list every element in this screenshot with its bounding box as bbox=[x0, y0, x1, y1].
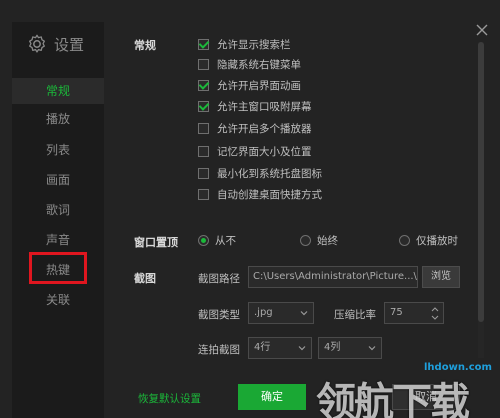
sidebar: 设置 常规 播放 列表 画面 歌词 声音 热键 关联 bbox=[12, 22, 104, 418]
checkbox[interactable] bbox=[198, 122, 209, 134]
option-hide-context-menu[interactable]: 隐藏系统右键菜单 bbox=[198, 56, 301, 72]
option-desktop-shortcut[interactable]: 自动创建桌面快捷方式 bbox=[198, 186, 322, 202]
checkbox[interactable] bbox=[198, 58, 209, 70]
scrollbar-thumb[interactable] bbox=[478, 42, 484, 322]
select-value: 4行 bbox=[254, 342, 271, 353]
ok-button[interactable]: 确定 bbox=[238, 384, 306, 410]
radio-label: 从不 bbox=[215, 234, 236, 247]
sidebar-title: 设置 bbox=[54, 35, 85, 54]
option-snap-to-screen[interactable]: 允许主窗口吸附屏幕 bbox=[198, 98, 312, 114]
checkbox[interactable] bbox=[198, 188, 209, 200]
option-minimize-to-tray[interactable]: 最小化到系统托盘图标 bbox=[198, 165, 322, 181]
burst-cols-select[interactable]: 4列 bbox=[318, 337, 382, 359]
chevron-up-icon[interactable] bbox=[431, 307, 439, 312]
checkbox[interactable] bbox=[198, 79, 209, 91]
screenshot-type-select[interactable]: .jpg bbox=[248, 302, 314, 324]
settings-window: 设置 常规 播放 列表 画面 歌词 声音 热键 关联 常规 允许显示搜索栏 隐藏… bbox=[0, 0, 500, 418]
close-icon[interactable] bbox=[476, 24, 488, 36]
option-label: 最小化到系统托盘图标 bbox=[217, 167, 322, 180]
option-label: 允许开启界面动画 bbox=[217, 79, 301, 92]
option-show-search-bar[interactable]: 允许显示搜索栏 bbox=[198, 36, 291, 52]
option-remember-size[interactable]: 记忆界面大小及位置 bbox=[198, 143, 312, 159]
chevron-down-icon[interactable] bbox=[431, 315, 439, 320]
sidebar-item-picture[interactable]: 画面 bbox=[12, 167, 104, 193]
option-label: 允许显示搜索栏 bbox=[217, 38, 291, 51]
stepper-value: 75 bbox=[390, 307, 403, 318]
sidebar-item-lyrics[interactable]: 歌词 bbox=[12, 197, 104, 223]
option-label: 记忆界面大小及位置 bbox=[217, 145, 312, 158]
select-value: .jpg bbox=[254, 307, 273, 318]
select-value: 4列 bbox=[324, 342, 341, 353]
option-ui-animation[interactable]: 允许开启界面动画 bbox=[198, 77, 301, 93]
radio-while-playing[interactable]: 仅播放时 bbox=[399, 232, 458, 248]
option-multiple-players[interactable]: 允许开启多个播放器 bbox=[198, 120, 312, 136]
burst-screenshot-label: 连拍截图 bbox=[198, 344, 240, 356]
radio-button[interactable] bbox=[300, 234, 311, 246]
general-section-label: 常规 bbox=[134, 39, 156, 52]
screenshot-section-label: 截图 bbox=[134, 272, 156, 285]
sidebar-item-playback[interactable]: 播放 bbox=[12, 106, 104, 132]
radio-never[interactable]: 从不 bbox=[198, 232, 236, 248]
radio-button[interactable] bbox=[198, 234, 209, 246]
chevron-down-icon bbox=[298, 346, 306, 351]
chevron-down-icon bbox=[300, 311, 308, 316]
radio-always[interactable]: 始终 bbox=[300, 232, 338, 248]
compress-ratio-stepper[interactable]: 75 bbox=[384, 302, 444, 324]
browse-button[interactable]: 浏览 bbox=[422, 266, 460, 288]
screenshot-type-label: 截图类型 bbox=[198, 309, 240, 321]
chevron-down-icon bbox=[368, 346, 376, 351]
option-label: 允许开启多个播放器 bbox=[217, 122, 312, 135]
checkbox[interactable] bbox=[198, 100, 209, 112]
radio-label: 始终 bbox=[317, 234, 338, 247]
sidebar-item-association[interactable]: 关联 bbox=[12, 287, 104, 313]
radio-label: 仅播放时 bbox=[416, 234, 458, 247]
checkbox[interactable] bbox=[198, 38, 209, 50]
gear-icon bbox=[29, 34, 45, 53]
option-label: 隐藏系统右键菜单 bbox=[217, 58, 301, 71]
sidebar-item-playlist[interactable]: 列表 bbox=[12, 137, 104, 163]
sidebar-header: 设置 bbox=[26, 32, 84, 56]
restore-defaults-link[interactable]: 恢复默认设置 bbox=[138, 391, 201, 406]
screenshot-path-label: 截图路径 bbox=[198, 273, 240, 285]
checkbox[interactable] bbox=[198, 167, 209, 179]
watermark-logo: 领航下载 bbox=[316, 380, 470, 418]
checkbox[interactable] bbox=[198, 145, 209, 157]
sidebar-item-general[interactable]: 常规 bbox=[12, 78, 104, 104]
window-top-section-label: 窗口置顶 bbox=[134, 236, 178, 249]
radio-button[interactable] bbox=[399, 234, 410, 246]
option-label: 自动创建桌面快捷方式 bbox=[217, 188, 322, 201]
screenshot-path-input[interactable]: C:\Users\Administrator\Picture...\ bbox=[248, 266, 418, 288]
option-label: 允许主窗口吸附屏幕 bbox=[217, 100, 312, 113]
burst-rows-select[interactable]: 4行 bbox=[248, 337, 312, 359]
sidebar-item-sound[interactable]: 声音 bbox=[12, 227, 104, 253]
compress-ratio-label: 压缩比率 bbox=[334, 309, 376, 321]
highlight-box bbox=[29, 252, 87, 284]
